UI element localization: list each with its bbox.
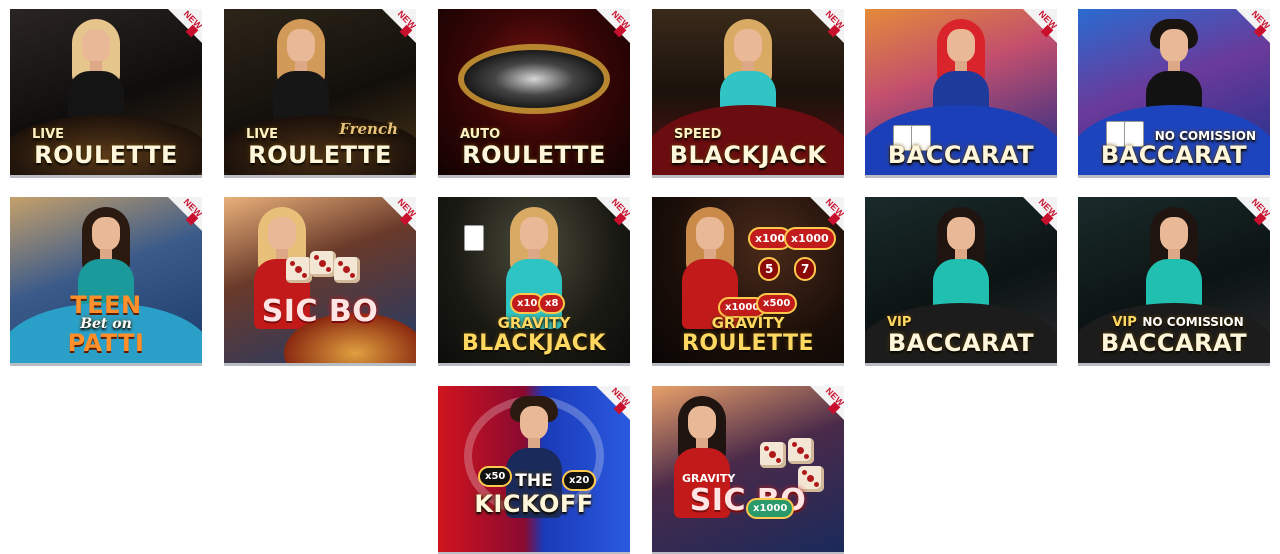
tile-title: THE KICKOFF: [474, 471, 594, 518]
tile-title: VIP NO COMISSION BACCARAT: [1100, 315, 1248, 357]
game-tile-sic-bo[interactable]: SIC BO NEW: [224, 197, 416, 363]
multiplier-chip: x500: [756, 293, 798, 314]
new-badge: NEW: [168, 197, 202, 231]
multiplier-chip: x8: [538, 293, 566, 314]
game-tile-speed-blackjack[interactable]: SPEED BLACKJACK NEW: [652, 9, 844, 175]
new-badge: NEW: [1023, 9, 1057, 43]
new-badge: NEW: [1023, 197, 1057, 231]
game-tile-baccarat-no-commission[interactable]: NO COMISSION BACCARAT NEW: [1078, 9, 1270, 175]
game-tile-gravity-blackjack[interactable]: x10 x8 GRAVITY BLACKJACK NEW: [438, 197, 630, 363]
game-tile-baccarat[interactable]: BACCARAT NEW: [865, 9, 1057, 175]
tile-title: TEEN Bet on PATTI: [67, 291, 145, 357]
game-grid: LIVE ROULETTE NEW LIVE French ROULETTE N…: [0, 0, 1280, 554]
game-tile-teen-patti[interactable]: TEEN Bet on PATTI NEW: [10, 197, 202, 363]
game-tile-live-roulette[interactable]: LIVE ROULETTE NEW: [10, 9, 202, 175]
tile-title: BACCARAT: [887, 141, 1035, 169]
tile-title: SPEED BLACKJACK: [669, 127, 827, 169]
game-tile-live-roulette-french[interactable]: LIVE French ROULETTE NEW: [224, 9, 416, 175]
game-tile-gravity-sic-bo[interactable]: GRAVITY SIC BO x1000 NEW: [652, 386, 844, 552]
multiplier-chip: x1000: [746, 498, 795, 519]
new-badge: NEW: [1236, 197, 1270, 231]
new-badge: NEW: [382, 197, 416, 231]
tile-title: NO COMISSION BACCARAT: [1100, 129, 1256, 169]
game-tile-vip-baccarat-no-commission[interactable]: VIP NO COMISSION BACCARAT NEW: [1078, 197, 1270, 363]
new-badge: NEW: [1236, 9, 1270, 43]
new-badge: NEW: [596, 197, 630, 231]
multiplier-chip: 7: [794, 257, 817, 281]
multiplier-chip: 5: [758, 257, 781, 281]
tile-title: GRAVITY ROULETTE: [681, 314, 815, 356]
game-tile-gravity-roulette[interactable]: x100 x1000 5 7 x1000 x500 GRAVITY ROULET…: [652, 197, 844, 363]
tile-title: LIVE ROULETTE: [32, 127, 178, 169]
tile-title: AUTO ROULETTE: [460, 127, 606, 169]
new-badge: NEW: [596, 386, 630, 420]
new-badge: NEW: [810, 197, 844, 231]
new-badge: NEW: [382, 9, 416, 43]
new-badge: NEW: [168, 9, 202, 43]
new-badge: NEW: [810, 386, 844, 420]
game-tile-vip-baccarat[interactable]: VIP BACCARAT NEW: [865, 197, 1057, 363]
game-tile-auto-roulette[interactable]: AUTO ROULETTE NEW: [438, 9, 630, 175]
tile-title: LIVE French ROULETTE: [246, 120, 398, 169]
new-badge: NEW: [596, 9, 630, 43]
game-tile-the-kickoff[interactable]: x50 x20 THE KICKOFF NEW: [438, 386, 630, 552]
tile-title: VIP BACCARAT: [887, 315, 1035, 357]
tile-title: GRAVITY BLACKJACK: [462, 314, 606, 356]
tile-title: SIC BO: [261, 294, 379, 329]
new-badge: NEW: [810, 9, 844, 43]
